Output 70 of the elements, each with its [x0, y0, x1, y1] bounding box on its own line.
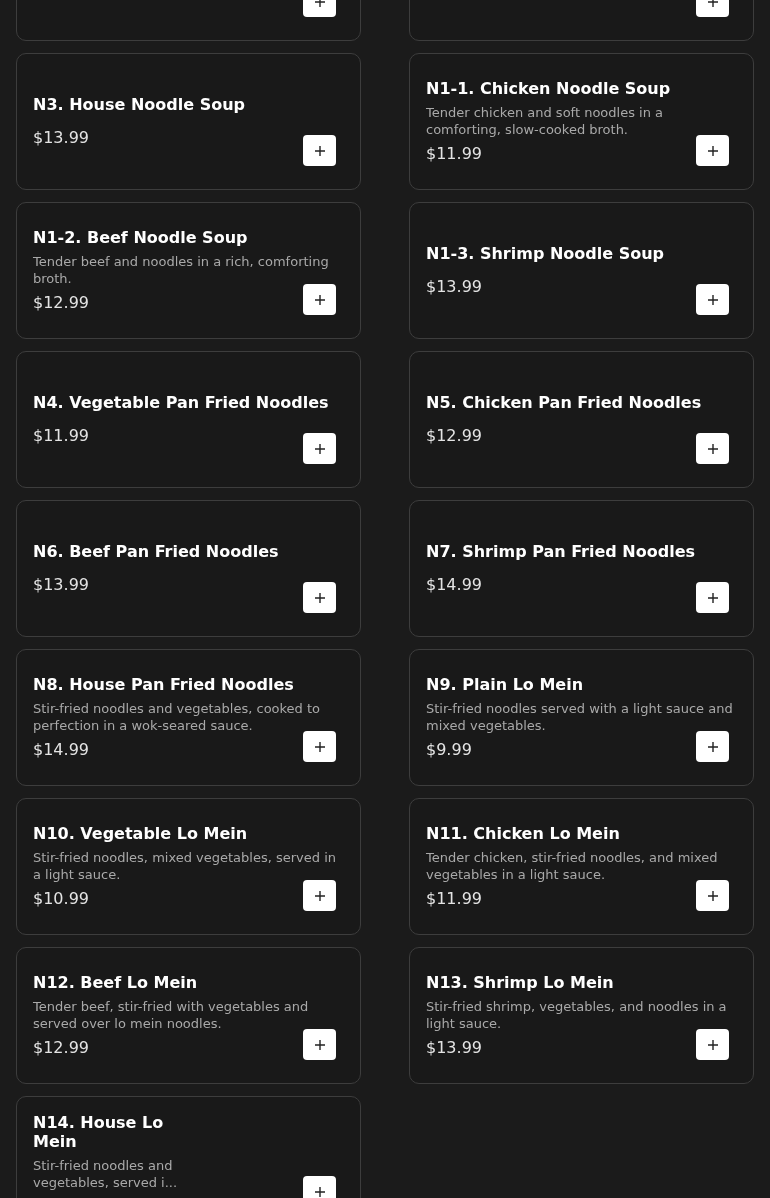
- plus-icon: [313, 1038, 326, 1051]
- item-description: Stir-fried noodles and vegetables, served i...: [33, 1157, 179, 1191]
- item-price: $11.99: [426, 144, 482, 164]
- item-name: N4. Vegetable Pan Fried Noodles: [33, 393, 329, 412]
- item-name: N13. Shrimp Lo Mein: [426, 973, 614, 992]
- add-button[interactable]: [696, 1029, 729, 1060]
- plus-icon: [706, 0, 719, 8]
- add-button[interactable]: [303, 731, 336, 762]
- add-button[interactable]: [303, 433, 336, 464]
- item-description: Stir-fried noodles served with a light sauce and mixed vegetables.: [426, 700, 734, 734]
- add-button[interactable]: [303, 1029, 336, 1060]
- item-price: $12.99: [33, 293, 89, 313]
- item-name: N9. Plain Lo Mein: [426, 675, 584, 694]
- item-name: N1-3. Shrimp Noodle Soup: [426, 244, 665, 263]
- item-price: $13.99: [426, 277, 482, 297]
- add-button[interactable]: [696, 284, 729, 315]
- item-description: Tender chicken, stir-fried noodles, and mixed vegetables in a light sauce.: [426, 849, 719, 883]
- add-button[interactable]: [303, 582, 336, 613]
- item-price: $10.99: [33, 889, 89, 909]
- plus-icon: [313, 591, 326, 604]
- item-description: Tender beef and noodles in a rich, comforting broth.: [33, 253, 330, 287]
- plus-icon: [706, 591, 719, 604]
- plus-icon: [313, 442, 326, 455]
- item-price: $11.99: [33, 426, 89, 446]
- item-description: Stir-fried shrimp, vegetables, and noodles in a light sauce.: [426, 998, 728, 1032]
- item-name: N10. Vegetable Lo Mein: [33, 824, 248, 843]
- plus-icon: [313, 293, 326, 306]
- item-price: $14.99: [33, 740, 89, 760]
- item-name: N8. House Pan Fried Noodles: [33, 675, 294, 694]
- plus-icon: [706, 740, 719, 753]
- item-price: $13.99: [426, 1038, 482, 1058]
- item-price: $9.99: [426, 740, 472, 760]
- plus-icon: [706, 144, 719, 157]
- add-button[interactable]: [696, 880, 729, 911]
- item-description: Tender chicken and soft noodles in a comforting, slow-cooked broth.: [426, 104, 665, 138]
- plus-icon: [313, 740, 326, 753]
- plus-icon: [706, 442, 719, 455]
- add-button[interactable]: [696, 731, 729, 762]
- item-name: N14. House Lo Mein: [33, 1113, 165, 1151]
- plus-icon: [706, 1038, 719, 1051]
- item-name: N1-2. Beef Noodle Soup: [33, 228, 248, 247]
- add-button[interactable]: [696, 433, 729, 464]
- plus-icon: [706, 293, 719, 306]
- item-name: N1-1. Chicken Noodle Soup: [426, 79, 671, 98]
- item-name: N11. Chicken Lo Mein: [426, 824, 620, 843]
- plus-icon: [706, 889, 719, 902]
- item-price: $12.99: [426, 426, 482, 446]
- add-button[interactable]: [303, 880, 336, 911]
- item-name: N3. House Noodle Soup: [33, 95, 245, 114]
- item-price: $12.99: [33, 1038, 89, 1058]
- item-name: N6. Beef Pan Fried Noodles: [33, 542, 279, 561]
- item-description: Stir-fried noodles and vegetables, cooked to perfection in a wok-seared sauce.: [33, 700, 322, 734]
- add-button[interactable]: [303, 1176, 336, 1198]
- item-name: N7. Shrimp Pan Fried Noodles: [426, 542, 696, 561]
- plus-icon: [313, 889, 326, 902]
- add-button[interactable]: [303, 135, 336, 166]
- item-name: N5. Chicken Pan Fried Noodles: [426, 393, 702, 412]
- item-description: Stir-fried noodles, mixed vegetables, served in a light sauce.: [33, 849, 338, 883]
- add-button[interactable]: [696, 582, 729, 613]
- item-price: $11.99: [426, 889, 482, 909]
- item-price: $14.99: [426, 575, 482, 595]
- plus-icon: [313, 144, 326, 157]
- item-name: N12. Beef Lo Mein: [33, 973, 198, 992]
- plus-icon: [313, 1185, 326, 1198]
- item-price: $13.99: [33, 575, 89, 595]
- plus-icon: [313, 0, 326, 8]
- item-price: $13.99: [33, 128, 89, 148]
- add-button[interactable]: [696, 135, 729, 166]
- item-description: Tender beef, stir-fried with vegetables and served over lo mein noodles.: [33, 998, 310, 1032]
- add-button[interactable]: [303, 284, 336, 315]
